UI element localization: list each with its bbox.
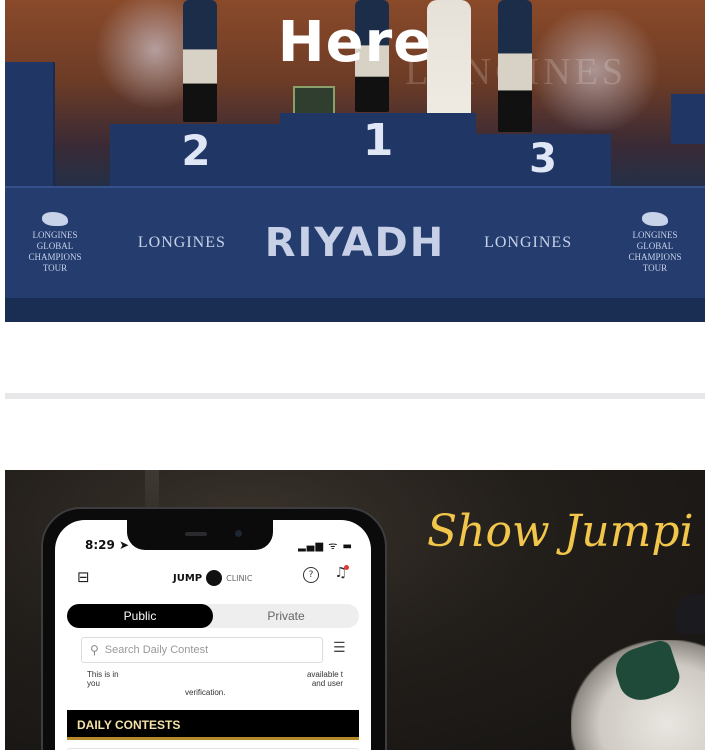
tour-logo: LONGINES GLOBAL CHAMPIONS TOUR	[11, 212, 99, 274]
daily-contests-header: DAILY CONTESTS	[67, 710, 359, 740]
help-icon[interactable]: ?	[303, 567, 319, 583]
horse-logo-icon	[42, 212, 68, 226]
horse-badge-icon	[206, 570, 223, 586]
podium-second: 2	[110, 124, 282, 188]
side-panel	[5, 62, 55, 187]
promo-title: Show Jumpi	[427, 506, 694, 557]
horse-logo-icon	[641, 212, 668, 226]
tab-public[interactable]: Public	[67, 604, 213, 628]
contest-tabs: Public Private	[67, 604, 359, 628]
app-header: ⊟ JUMP CLINIC ? ♫	[55, 562, 371, 592]
jockey-helmet	[675, 594, 705, 634]
phone-notch	[127, 520, 273, 550]
phone-screen: 8:29 ➤ ▂▄▆ ᯤ ▬ ⊟ JUMP CLINIC ? ♫ Public …	[55, 520, 371, 750]
sponsor-logo: LONGINES	[484, 234, 573, 251]
app-promo-image: Show Jumpi 8:29 ➤ ▂▄▆ ᯤ ▬ ⊟ JUMP CLINIC …	[5, 470, 705, 750]
sponsor-banner: LONGINES GLOBAL CHAMPIONS TOUR LONGINES …	[5, 186, 705, 298]
speaker	[185, 532, 207, 536]
wallet-icon[interactable]: ⊟	[77, 568, 90, 586]
camera	[235, 530, 242, 537]
notice-text: This is in you available t and user veri…	[87, 670, 343, 697]
arena-floor	[5, 298, 705, 322]
podium-hero-image: LONGINES 2 1 3 LONGINES GLOBAL CHAMPIONS…	[5, 0, 705, 322]
search-icon: ⚲	[90, 643, 99, 657]
search-placeholder: Search Daily Contest	[104, 644, 209, 656]
tab-private[interactable]: Private	[213, 604, 359, 628]
status-time: 8:29 ➤	[85, 538, 130, 552]
app-logo: JUMP CLINIC	[173, 570, 252, 586]
status-icons: ▂▄▆ ᯤ ▬	[297, 541, 353, 552]
hero-title: Here	[277, 10, 433, 75]
search-input[interactable]: ⚲ Search Daily Contest	[81, 637, 323, 663]
sponsor-logo: LONGINES	[137, 234, 226, 251]
tour-logo: LONGINES GLOBAL CHAMPIONS TOUR	[611, 212, 699, 274]
filter-icon[interactable]: ☰	[333, 640, 346, 656]
notification-dot	[344, 565, 349, 570]
city-name: RIYADH	[264, 220, 446, 266]
podium-third: 3	[475, 134, 611, 188]
section-divider	[5, 393, 705, 399]
side-panel	[671, 94, 705, 144]
podium-first: 1	[280, 113, 476, 188]
